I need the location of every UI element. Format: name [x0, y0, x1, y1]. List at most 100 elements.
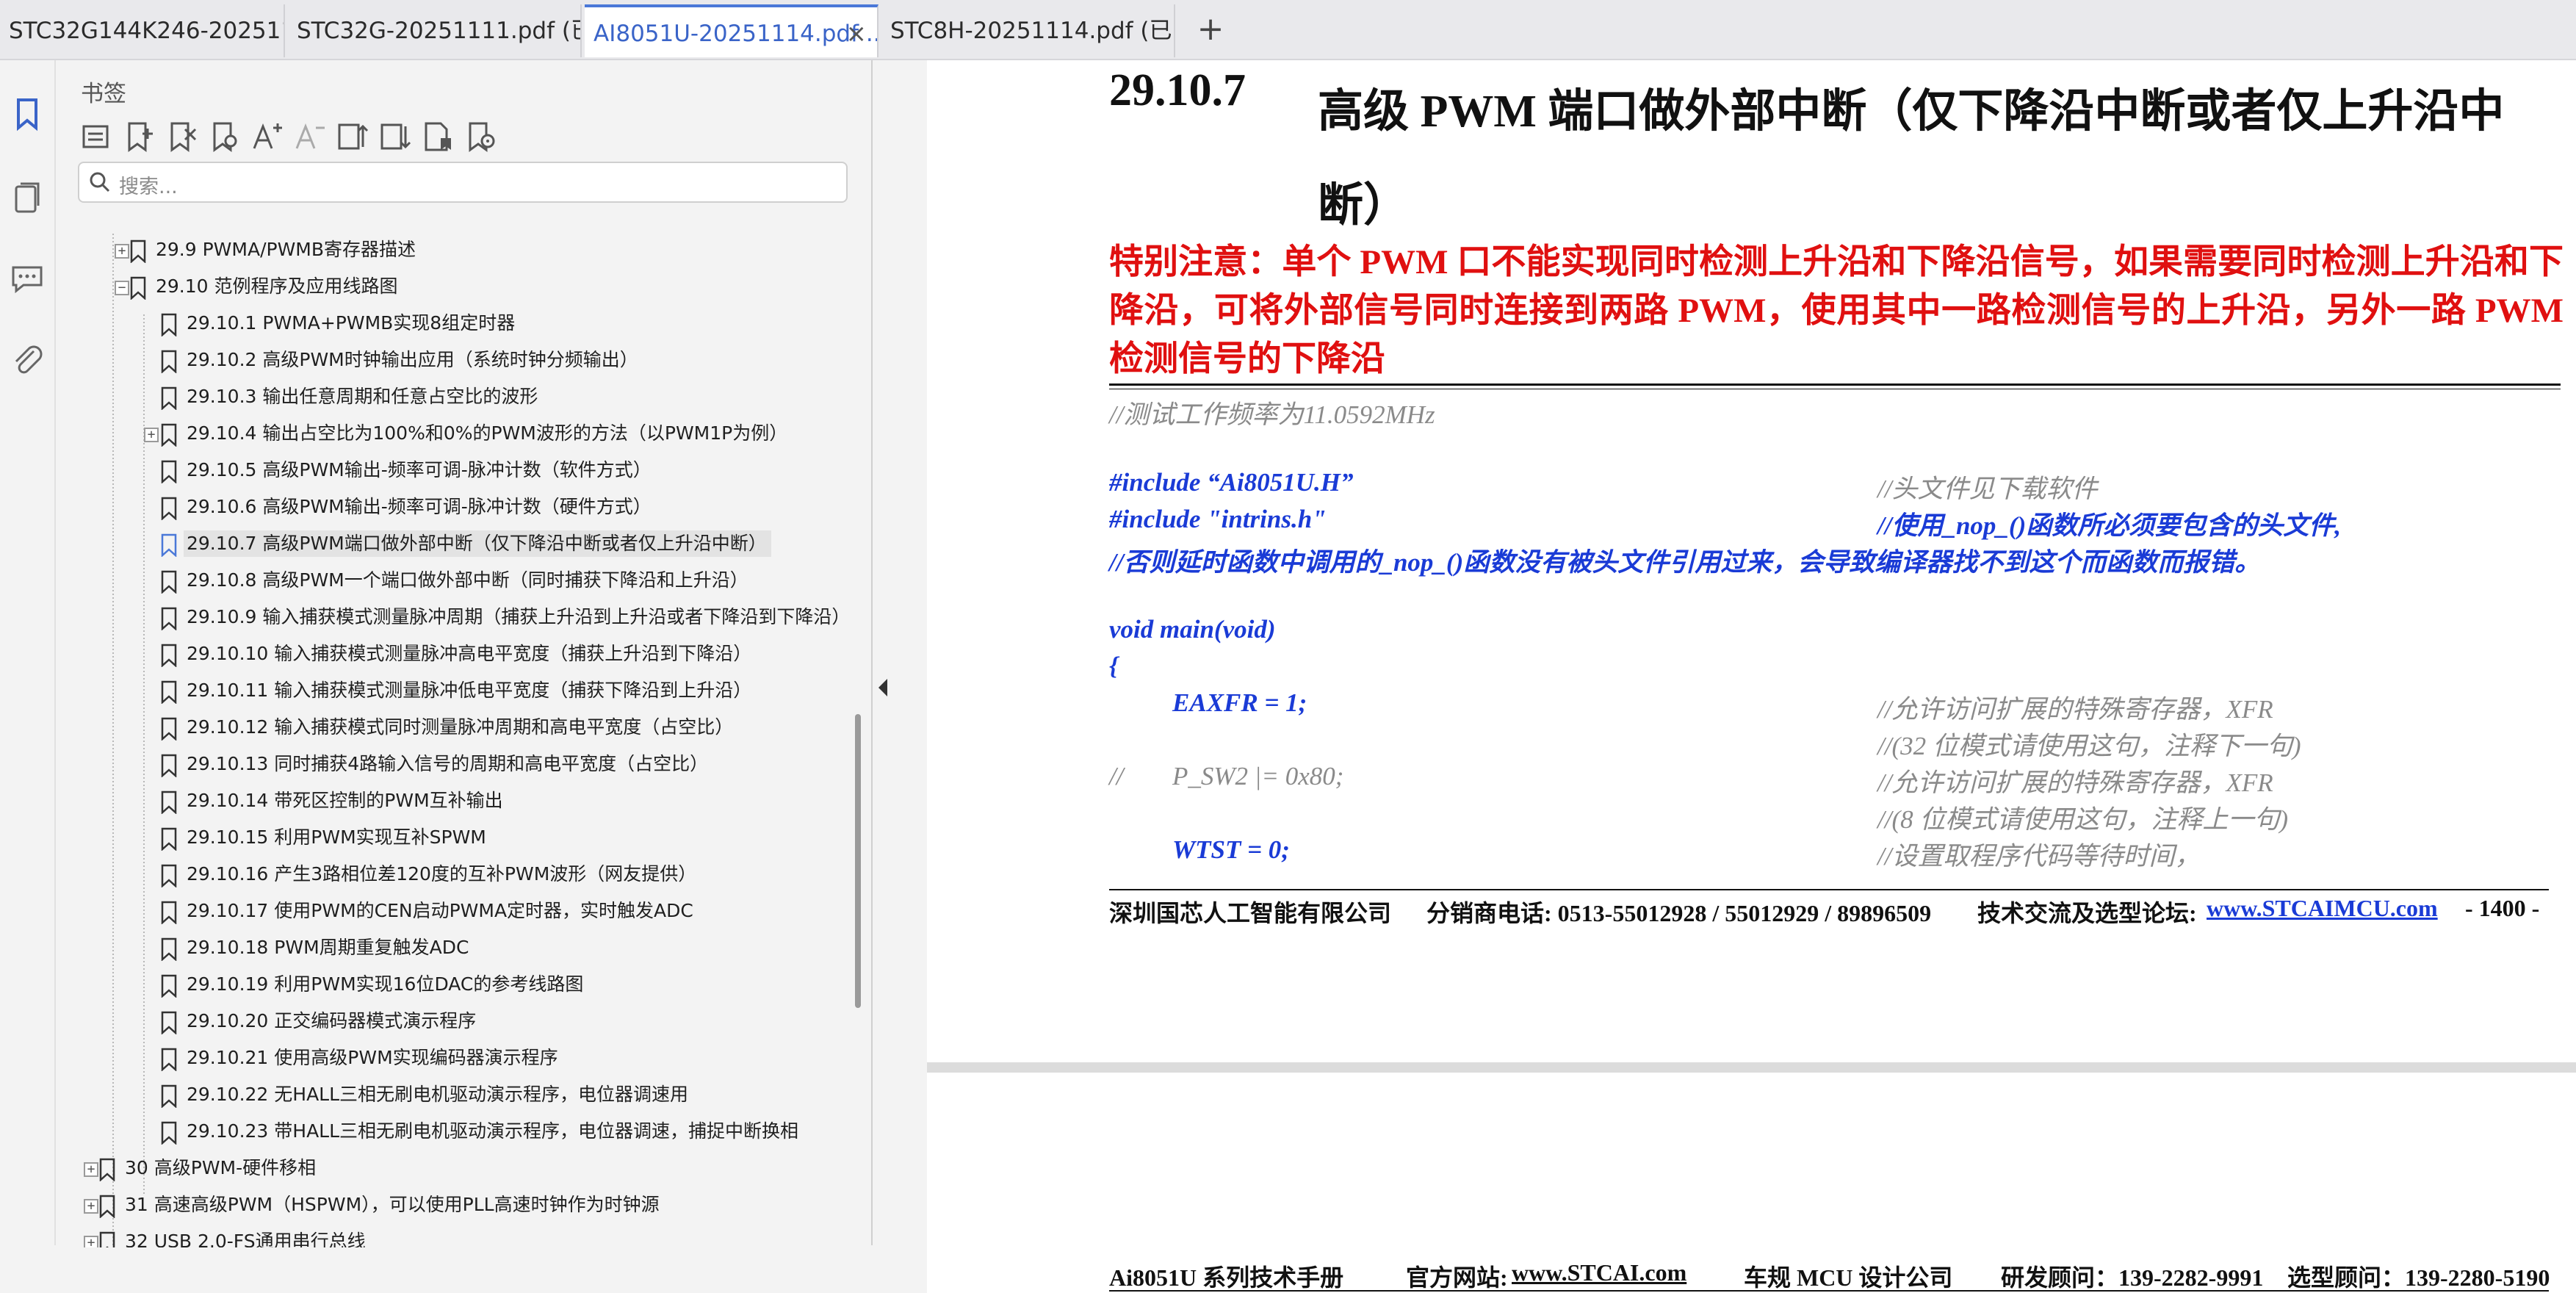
tab-stc32g[interactable]: STC32G-20251111.pdf (已...	[288, 4, 582, 57]
code-comment: //设置取程序代码等待时间，	[1877, 842, 2201, 871]
new-tab-button[interactable]: +	[1190, 10, 1231, 51]
bookmark-item[interactable]: 29.10.8 高级PWM一个端口做外部中断（同时捕获下降沿和上升沿）	[56, 564, 849, 599]
bookmark-item[interactable]: +31 高速高级PWM（HSPWM），可以使用PLL高速时钟作为时钟源	[56, 1189, 849, 1224]
bookmark-label: 29.10 范例程序及应用线路图	[156, 275, 398, 297]
bookmark-item[interactable]: − 29.10 范例程序及应用线路图	[56, 270, 849, 306]
bookmark-label: 29.10.17 使用PWM的CEN启动PWMA定时器，实时触发ADC	[187, 900, 693, 921]
bookmark-icon	[130, 239, 146, 263]
bookmark-item[interactable]: 29.10.1 PWMA+PWMB实现8组定时器	[56, 307, 849, 342]
bookmark-item[interactable]: 29.10.19 利用PWM实现16位DAC的参考线路图	[56, 968, 849, 1004]
bookmark-item[interactable]: +30 高级PWM-硬件移相	[56, 1152, 849, 1187]
sort-icon[interactable]	[333, 116, 370, 157]
bookmark-item[interactable]: 29.10.18 PWM周期重复触发ADC	[56, 932, 849, 967]
code-comment: //允许访问扩展的特殊寄存器，XFR	[1877, 768, 2273, 797]
bookmark-item[interactable]: 29.10.6 高级PWM输出-频率可调-脉冲计数（硬件方式）	[56, 491, 849, 526]
font-larger-icon[interactable]	[248, 116, 285, 157]
attachment-icon[interactable]	[7, 339, 47, 379]
bookmark-item[interactable]: 29.10.2 高级PWM时钟输出应用（系统时钟分频输出）	[56, 344, 849, 379]
bookmark-label: 29.10.2 高级PWM时钟输出应用（系统时钟分频输出）	[187, 349, 638, 370]
expand-icon[interactable]: +	[144, 428, 159, 442]
page-bookmark-icon[interactable]	[419, 116, 455, 157]
bookmark-item[interactable]: +29.9 PWMA/PWMB寄存器描述	[56, 234, 849, 269]
bookmark-item[interactable]: 29.10.11 输入捕获模式测量脉冲低电平宽度（捕获下降沿到上升沿）	[56, 674, 849, 710]
bookmark-icon[interactable]	[7, 94, 47, 134]
header-company: 车规 MCU 设计公司	[1744, 1264, 1953, 1291]
tab-label: STC32G144K246-2025111...	[9, 18, 284, 44]
bookmark-panel: 书签 搜索... +29.9 PWMA/PWMB寄存器描述 − 29.10 范例程序…	[56, 60, 873, 1247]
bookmark-label: 29.10.23 带HALL三相无刷电机驱动演示程序，电位器调速，捕捉中断换相	[187, 1120, 799, 1142]
panel-title: 书签	[81, 81, 126, 107]
tab-stc32g144k246[interactable]: STC32G144K246-2025111...	[0, 4, 285, 57]
footer-forum-link[interactable]: www.STCAIMCU.com	[2207, 895, 2438, 922]
bookmark-icon	[161, 570, 177, 594]
bookmark-item[interactable]: 29.10.20 正交编码器模式演示程序	[56, 1005, 849, 1040]
expand-icon[interactable]: +	[115, 244, 129, 259]
bookmark-item[interactable]: 29.10.21 使用高级PWM实现编码器演示程序	[56, 1042, 849, 1077]
bookmark-icon	[161, 901, 177, 924]
bookmark-item[interactable]: 29.10.12 输入捕获模式同时测量脉冲周期和高电平宽度（占空比）	[56, 711, 849, 746]
bookmark-label: 29.10.8 高级PWM一个端口做外部中断（同时捕获下降沿和上升沿）	[187, 569, 748, 591]
bookmark-item[interactable]: 29.10.22 无HALL三相无刷电机驱动演示程序，电位器调速用	[56, 1078, 849, 1114]
bookmark-item[interactable]: 29.10.3 输出任意周期和任意占空比的波形	[56, 381, 849, 416]
list-icon[interactable]	[78, 116, 115, 157]
bookmark-label: 29.10.19 利用PWM实现16位DAC的参考线路图	[187, 973, 584, 995]
header-site-link[interactable]: www.STCAI.com	[1512, 1259, 1686, 1286]
code-comment: //否则延时函数中调用的_nop_()函数没有被头文件引用过来，会导致编译器找不…	[1109, 548, 2261, 577]
bookmark-label: 29.10.18 PWM周期重复触发ADC	[187, 937, 469, 958]
bookmark-item[interactable]: 29.10.9 输入捕获模式测量脉冲周期（捕获上升沿到上升沿或者下降沿到下降沿）	[56, 601, 850, 636]
bookmark-item[interactable]: 29.10.23 带HALL三相无刷电机驱动演示程序，电位器调速，捕捉中断换相	[56, 1115, 849, 1150]
tab-ai8051u[interactable]: AI8051U-20251114.pdf ... ×	[585, 4, 878, 57]
bookmark-item[interactable]: +29.10.4 输出占空比为100%和0%的PWM波形的方法（以PWM1P为例…	[56, 417, 849, 453]
bookmark-tree: +29.9 PWMA/PWMB寄存器描述 − 29.10 范例程序及应用线路图 29.…	[56, 234, 871, 1247]
bookmark-icon	[161, 313, 177, 336]
pages-icon[interactable]	[7, 178, 47, 217]
bookmark-label: 29.10.3 输出任意周期和任意占空比的波形	[187, 386, 538, 407]
bookmark-item[interactable]: 29.10.14 带死区控制的PWM互补输出	[56, 785, 849, 820]
bookmark-icon	[161, 937, 177, 961]
bookmark-item[interactable]: 29.10.10 输入捕获模式测量脉冲高电平宽度（捕获上升沿到下降沿）	[56, 638, 849, 673]
add-bookmark-icon[interactable]	[120, 116, 157, 157]
tab-close-icon[interactable]: ×	[846, 7, 867, 57]
expand-icon[interactable]: +	[84, 1236, 98, 1247]
bookmark-label: 29.10.20 正交编码器模式演示程序	[187, 1010, 477, 1031]
footer-divider	[1109, 889, 2549, 890]
code-line: P_SW2 |= 0x80;	[1172, 762, 1344, 790]
bookmark-item[interactable]: 29.10.16 产生3路相位差120度的互补PWM波形（网友提供）	[56, 858, 849, 893]
code-comment: //	[1109, 762, 1124, 790]
code-comment: //使用_nop_()函数所必须要包含的头文件,	[1877, 511, 2341, 540]
bookmark-search-icon[interactable]	[206, 116, 242, 157]
bookmark-label: 29.10.4 输出占空比为100%和0%的PWM波形的方法（以PWM1P为例）	[187, 422, 788, 444]
bookmark-icon	[99, 1195, 115, 1218]
bookmark-settings-icon[interactable]	[461, 116, 498, 157]
expand-icon[interactable]: +	[84, 1199, 98, 1214]
bookmark-item[interactable]: 29.10.7 高级PWM端口做外部中断（仅下降沿中断或者仅上升沿中断）	[56, 527, 849, 563]
bookmark-item[interactable]: +32 USB 2.0-FS通用串行总线	[56, 1225, 849, 1247]
collapse-icon[interactable]: −	[115, 281, 129, 295]
comment-icon[interactable]	[7, 259, 47, 298]
bookmark-item[interactable]: 29.10.15 利用PWM实现互补SPWM	[56, 821, 849, 857]
bookmark-icon	[161, 1011, 177, 1034]
collapse-panel-icon[interactable]	[876, 676, 890, 699]
bookmark-search-input[interactable]: 搜索...	[78, 162, 848, 203]
bookmark-label: 29.10.15 利用PWM实现互补SPWM	[187, 826, 486, 848]
font-smaller-icon[interactable]	[291, 116, 328, 157]
bookmark-icon	[130, 276, 146, 300]
code-comment: //(32 位模式请使用这句，注释下一句)	[1877, 732, 2301, 760]
bookmark-label: 31 高速高级PWM（HSPWM），可以使用PLL高速时钟作为时钟源	[125, 1194, 660, 1215]
bookmark-icon	[161, 974, 177, 998]
expand-icon[interactable]: +	[84, 1162, 98, 1177]
footer-forum-label: 技术交流及选型论坛:	[1977, 900, 2197, 926]
bookmark-icon	[161, 790, 177, 814]
tab-stc8h[interactable]: STC8H-20251114.pdf (已...	[881, 4, 1175, 57]
code-comment: //头文件见下载软件	[1877, 475, 2098, 503]
bookmark-scrollbar[interactable]	[855, 714, 861, 1008]
bookmark-icon	[161, 607, 177, 630]
bookmark-item[interactable]: 29.10.5 高级PWM输出-频率可调-脉冲计数（软件方式）	[56, 454, 849, 489]
bookmark-item[interactable]: 29.10.17 使用PWM的CEN启动PWMA定时器，实时触发ADC	[56, 895, 849, 930]
sort-down-icon[interactable]	[376, 116, 413, 157]
delete-bookmark-icon[interactable]	[163, 116, 200, 157]
bookmark-item[interactable]: 29.10.13 同时捕获4路输入信号的周期和高电平宽度（占空比）	[56, 748, 849, 783]
section-number: 29.10.7	[1109, 65, 1246, 115]
bookmark-label: 29.10.9 输入捕获模式测量脉冲周期（捕获上升沿到上升沿或者下降沿到下降沿）	[187, 606, 851, 627]
header-site-label: 官方网站:	[1406, 1264, 1508, 1291]
